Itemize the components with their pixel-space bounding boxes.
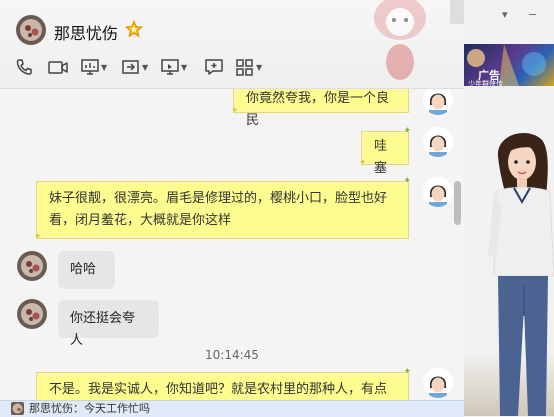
message-text: 哈哈 (70, 262, 97, 277)
message-list[interactable]: 你竟然夸我，你是一个良民 哇塞 妹子很靓，很漂亮。眉毛是修理过的，樱桃小口，脸型… (0, 89, 464, 400)
message-text: 哇塞 (374, 139, 388, 176)
signature-message: 今天工作忙吗 (84, 402, 150, 415)
message-bubble-outgoing[interactable]: 哇塞 (359, 127, 411, 176)
more-apps-button[interactable]: ▼ (235, 56, 262, 78)
side-panel: ▾ − 广告 少年群侠传 (464, 0, 554, 416)
screen-share-button[interactable]: ▼ (80, 56, 107, 78)
contact-avatar[interactable] (16, 15, 46, 45)
message-bubble-outgoing[interactable]: 不是。我是实诚人，你知道吧？就是农村里的那种人，有点土 (36, 368, 411, 400)
chat-header: 那思忧伤 ▼ ▼ ▼ ▼ (0, 0, 464, 89)
chat-scrollbar-thumb[interactable] (454, 181, 461, 225)
message-text: 不是。我是实诚人，你知道吧？就是农村里的那种人，有点土 (49, 382, 388, 397)
chat-record-button[interactable] (204, 56, 224, 78)
ad-banner[interactable]: 广告 少年群侠传 (464, 44, 554, 88)
chat-scrollbar[interactable] (450, 89, 464, 400)
remote-desktop-button[interactable]: ▼ (160, 56, 187, 78)
signature-contact-name: 那思忧伤 (29, 402, 73, 415)
vip-star-icon[interactable] (124, 19, 144, 39)
dropdown-icon[interactable]: ▾ (502, 8, 508, 21)
apps-grid-icon (236, 59, 253, 76)
self-avatar[interactable] (423, 127, 453, 157)
chevron-down-icon[interactable]: ▼ (142, 63, 148, 72)
chevron-down-icon[interactable]: ▼ (181, 63, 187, 72)
self-avatar[interactable] (423, 368, 453, 398)
message-text: 你还挺会夸人 (70, 311, 136, 348)
message-text-line: 看，闭月羞花，大概就是你这样 (49, 213, 232, 228)
signature-separator: ： (73, 402, 84, 415)
contact-avatar[interactable] (17, 299, 47, 329)
character-show-figure[interactable] (488, 126, 554, 416)
phone-icon (16, 59, 32, 75)
add-message-icon (205, 59, 223, 75)
message-bubble-incoming[interactable]: 哈哈 (58, 251, 115, 289)
minimize-button[interactable]: − (528, 8, 537, 21)
transfer-file-icon (122, 60, 139, 74)
voice-call-button[interactable] (14, 56, 34, 78)
message-bubble-outgoing[interactable]: 妹子很靓，很漂亮。眉毛是修理过的，樱桃小口，脸型也好 看，闭月羞花，大概就是你这… (34, 177, 411, 242)
contact-signature-bar[interactable]: 那思忧伤：今天工作忙吗 (0, 400, 464, 417)
signature-text: 那思忧伤：今天工作忙吗 (29, 401, 150, 416)
remote-desktop-icon (161, 59, 179, 75)
chevron-down-icon[interactable]: ▼ (101, 63, 107, 72)
message-timestamp: 10:14:45 (205, 348, 259, 362)
message-text: 你竟然夸我，你是一个良民 (246, 91, 390, 128)
self-avatar[interactable] (423, 89, 453, 115)
transfer-file-button[interactable]: ▼ (121, 56, 148, 78)
contact-avatar[interactable] (17, 251, 47, 281)
message-bubble-incoming[interactable]: 你还挺会夸人 (58, 300, 159, 348)
contact-mini-avatar (11, 402, 24, 415)
chevron-down-icon[interactable]: ▼ (256, 63, 262, 72)
screen-share-icon (81, 59, 99, 75)
message-text-line: 妹子很靓，很漂亮。眉毛是修理过的，樱桃小口，脸型也好 (49, 191, 388, 206)
video-camera-icon (48, 61, 68, 74)
message-bubble-outgoing[interactable]: 你竟然夸我，你是一个良民 (231, 89, 411, 128)
video-call-button[interactable] (47, 56, 69, 78)
self-avatar[interactable] (423, 177, 453, 207)
skin-decoration (360, 0, 464, 88)
ad-subtitle: 少年群侠传 (468, 80, 503, 88)
contact-name[interactable]: 那思忧伤 (54, 20, 118, 44)
